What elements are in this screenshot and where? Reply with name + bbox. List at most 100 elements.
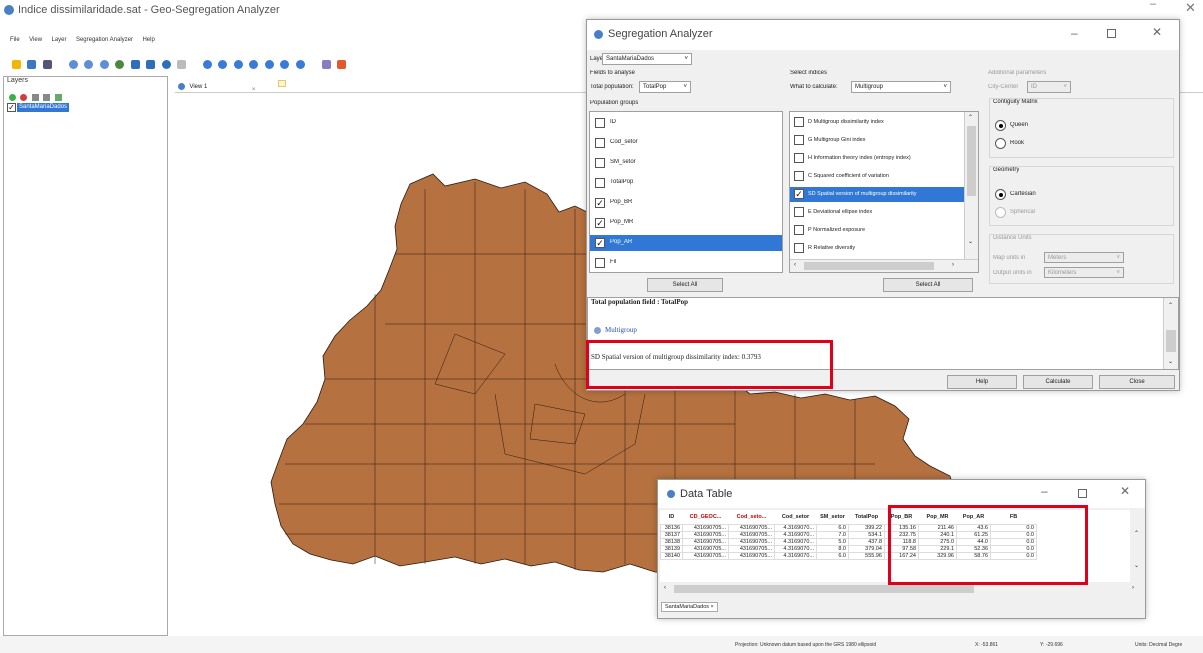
index-checkbox[interactable]	[794, 135, 804, 145]
group-item[interactable]: Cod_setor	[590, 135, 782, 151]
layer-props-icon[interactable]	[54, 94, 62, 101]
move-down-icon[interactable]	[31, 94, 39, 101]
table-cell[interactable]: 38138	[660, 537, 683, 546]
index-checkbox[interactable]	[794, 117, 804, 127]
group-checkbox[interactable]: ✓	[595, 198, 605, 208]
spherical-radio[interactable]	[995, 207, 1006, 218]
column-header[interactable]: ID	[660, 510, 683, 525]
data-table-close-icon[interactable]: ✕	[1120, 484, 1130, 498]
rook-radio[interactable]	[995, 138, 1006, 149]
index-checkbox[interactable]: ✓	[794, 189, 804, 199]
group-checkbox[interactable]	[595, 258, 605, 268]
layer-select[interactable]: SantaMariaDados ˅	[602, 53, 692, 65]
indices-vscroll[interactable]: ⌃ ⌄	[964, 112, 978, 259]
table-cell[interactable]: 431690705...	[728, 544, 775, 553]
what-to-calculate-select[interactable]: Multigroup ˅	[851, 81, 951, 93]
table-cell[interactable]: 4.3169070...	[774, 523, 817, 532]
data-table-minimize-icon[interactable]: –	[1041, 484, 1048, 498]
zoom-out-icon[interactable]	[84, 60, 94, 69]
tool-d-icon[interactable]	[249, 60, 259, 69]
column-header[interactable]: CD_GEOC...	[682, 510, 729, 525]
column-header[interactable]: Cod_seto...	[728, 510, 775, 525]
table-cell[interactable]: 7.0	[816, 530, 849, 539]
table-cell[interactable]: 6.0	[816, 551, 849, 560]
group-checkbox[interactable]	[595, 158, 605, 168]
index-item[interactable]: P Normalized exposure	[790, 223, 964, 238]
seg-maximize-icon[interactable]	[1107, 29, 1116, 38]
output-units-select[interactable]: Kilometers ˅	[1044, 267, 1124, 278]
index-item[interactable]: C Squared coefficient of variation	[790, 169, 964, 184]
table-cell[interactable]: 379.04	[848, 544, 885, 553]
group-item[interactable]: ✓ Pop_AR	[590, 235, 782, 251]
indices-vscroll-thumb[interactable]	[967, 126, 976, 196]
table-cell[interactable]: 555.96	[848, 551, 885, 560]
tool-c-icon[interactable]	[233, 60, 243, 69]
group-item[interactable]: ID	[590, 115, 782, 131]
table-cell[interactable]: 431690705...	[728, 537, 775, 546]
table-cell[interactable]: 431690705...	[728, 523, 775, 532]
indices-hscroll[interactable]: ‹ ›	[790, 259, 978, 272]
indices-hscroll-thumb[interactable]	[804, 262, 934, 270]
menu-segregation-analyzer[interactable]: Segregation Analyzer	[76, 37, 133, 43]
zoom-full-icon[interactable]	[99, 60, 109, 69]
minimize-icon[interactable]: –	[1150, 0, 1156, 10]
index-checkbox[interactable]	[794, 207, 804, 217]
index-item[interactable]: D Multigroup dissimilarity index	[790, 115, 964, 130]
seg-close-icon[interactable]: ✕	[1152, 25, 1162, 39]
close-icon[interactable]: ✕	[1185, 0, 1196, 16]
table-cell[interactable]: 6.0	[816, 523, 849, 532]
total-pop-select[interactable]: TotalPop ˅	[639, 81, 691, 93]
table-cell[interactable]: 431690705...	[682, 544, 729, 553]
column-header[interactable]: TotalPop	[848, 510, 885, 525]
group-checkbox[interactable]	[595, 138, 605, 148]
table-cell[interactable]: 437.8	[848, 537, 885, 546]
cartesian-radio[interactable]	[995, 189, 1006, 200]
table-cell[interactable]: 4.3169070...	[774, 551, 817, 560]
group-checkbox[interactable]	[595, 178, 605, 188]
tool-f-icon[interactable]	[280, 60, 290, 69]
new-tab-icon[interactable]	[278, 80, 286, 87]
identify-icon[interactable]	[161, 60, 171, 69]
layer-item[interactable]: ✓ SantaMariaDados	[7, 103, 107, 113]
layer-visible-checkbox[interactable]: ✓	[7, 103, 16, 112]
table-cell[interactable]: 38136	[660, 523, 683, 532]
table-cell[interactable]: 534.1	[848, 530, 885, 539]
calculate-button[interactable]: Calculate	[1023, 375, 1093, 389]
select-icon[interactable]	[176, 60, 186, 69]
index-checkbox[interactable]	[794, 153, 804, 163]
prev-extent-icon[interactable]	[130, 60, 140, 69]
add-layer-icon[interactable]	[9, 94, 16, 101]
indices-list[interactable]: D Multigroup dissimilarity index G Multig…	[789, 111, 979, 273]
menu-file[interactable]: File	[10, 37, 20, 43]
tool-b-icon[interactable]	[218, 60, 228, 69]
menu-layer[interactable]: Layer	[51, 37, 66, 43]
table-cell[interactable]: 38139	[660, 544, 683, 553]
index-item[interactable]: G Multigroup Gini index	[790, 133, 964, 148]
group-checkbox[interactable]	[595, 118, 605, 128]
table-cell[interactable]: 4.3169070...	[774, 544, 817, 553]
index-item[interactable]: ✓ SD Spatial version of multigroup dissim…	[790, 187, 964, 202]
table-cell[interactable]: 8.0	[816, 544, 849, 553]
group-item[interactable]: ✓ Pop_BR	[590, 195, 782, 211]
tool-e-icon[interactable]	[264, 60, 274, 69]
index-item[interactable]: R Relative diversity	[790, 241, 964, 256]
data-table-maximize-icon[interactable]	[1078, 489, 1087, 498]
group-checkbox[interactable]: ✓	[595, 238, 605, 248]
data-table-hscroll-thumb[interactable]	[674, 585, 974, 593]
menu-help[interactable]: Help	[142, 37, 154, 43]
edit-icon[interactable]	[321, 60, 331, 69]
index-checkbox[interactable]	[794, 243, 804, 253]
table-cell[interactable]: 4.3169070...	[774, 537, 817, 546]
tool-a-icon[interactable]	[202, 60, 212, 69]
table-cell[interactable]: 431690705...	[728, 551, 775, 560]
table-cell[interactable]: 431690705...	[728, 530, 775, 539]
table-cell[interactable]: 431690705...	[682, 537, 729, 546]
stats-icon[interactable]	[336, 60, 346, 69]
remove-layer-icon[interactable]	[20, 94, 28, 101]
column-header[interactable]: Cod_setor	[774, 510, 817, 525]
seg-minimize-icon[interactable]: –	[1071, 26, 1078, 40]
table-cell[interactable]: 4.3169070...	[774, 530, 817, 539]
select-all-groups-button[interactable]: Select All	[647, 278, 723, 292]
open-icon[interactable]	[27, 60, 37, 69]
table-cell[interactable]: 431690705...	[682, 530, 729, 539]
